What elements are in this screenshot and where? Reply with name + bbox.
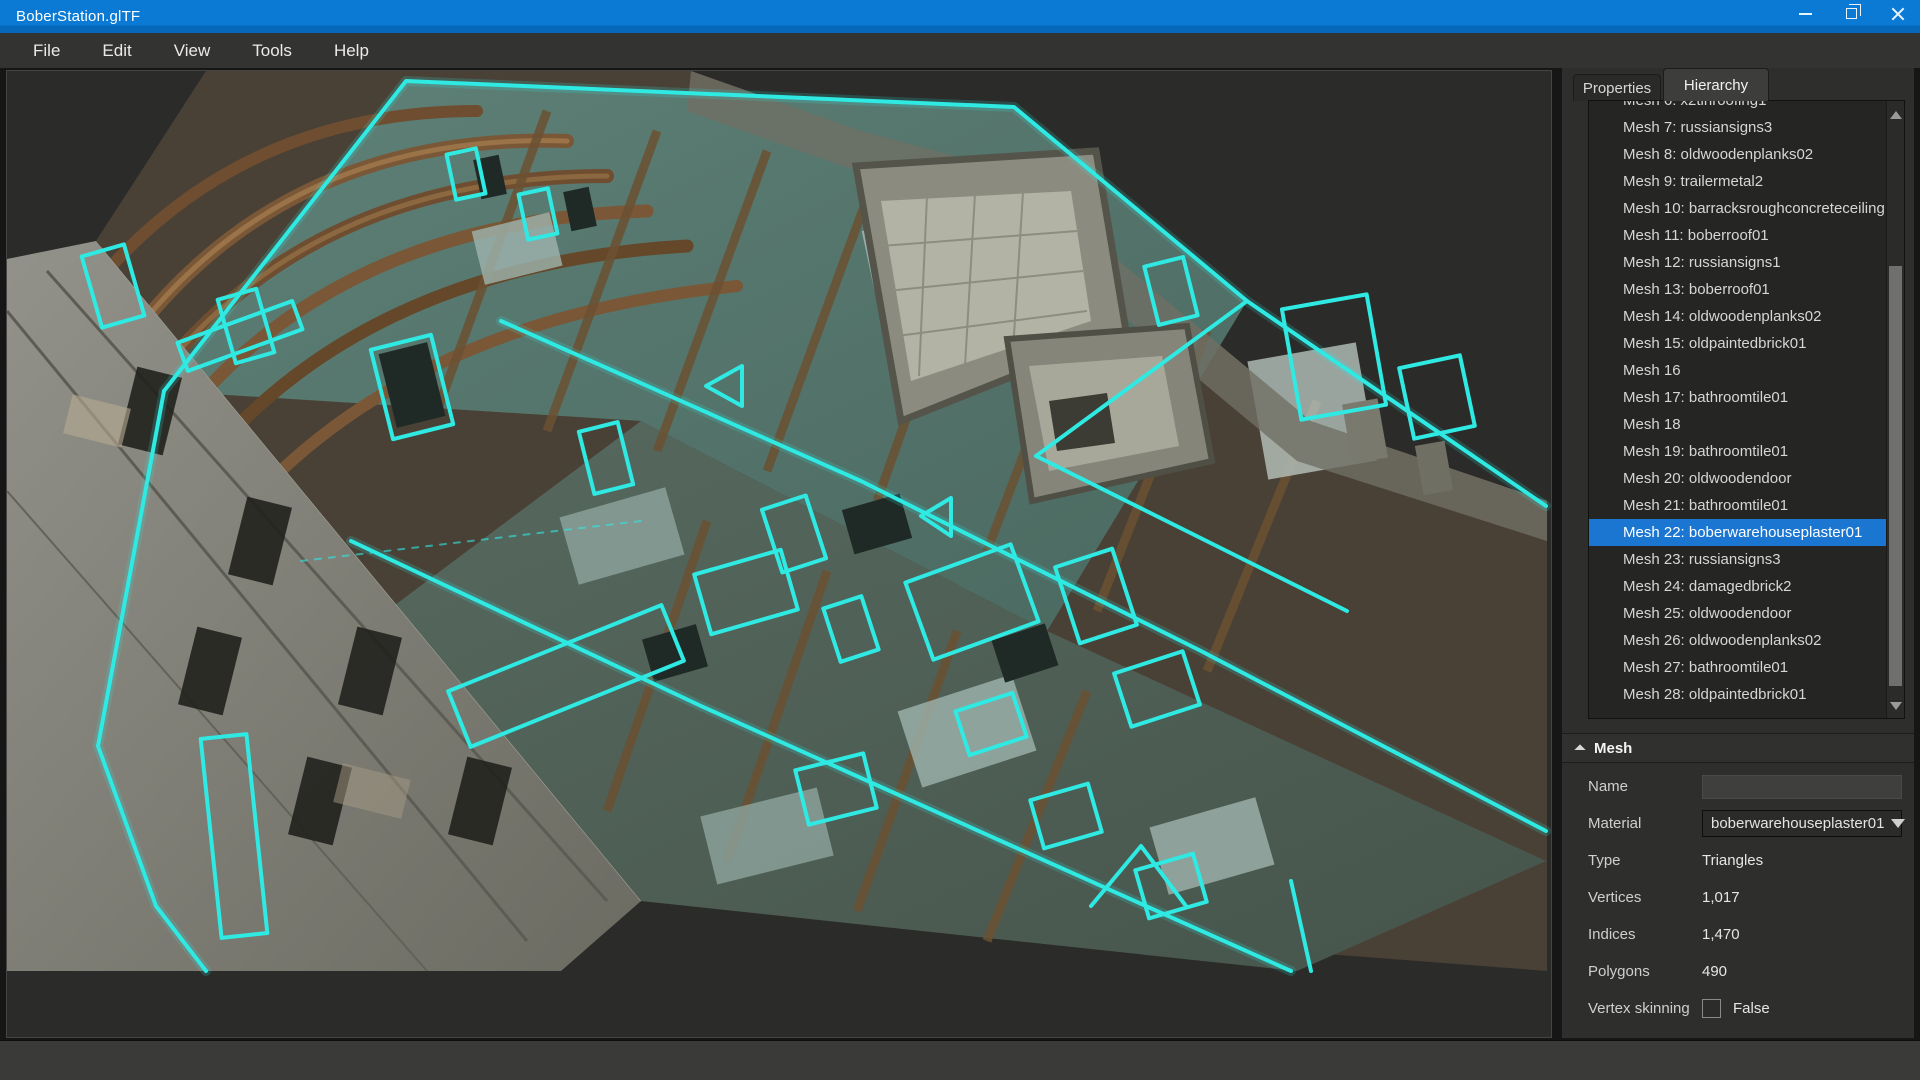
- field-row-name: Name: [1562, 768, 1914, 805]
- mesh-fields: Name Material boberwarehouseplaster01 Ty…: [1562, 768, 1914, 1027]
- field-row-vertices: Vertices 1,017: [1562, 879, 1914, 916]
- restore-icon: [1846, 8, 1857, 19]
- type-label: Type: [1588, 852, 1702, 869]
- hierarchy-item[interactable]: Mesh 20: oldwoodendoor: [1589, 465, 1886, 492]
- hierarchy-list: Mesh 6: x2tinroofing1Mesh 7: russiansign…: [1588, 100, 1905, 719]
- hierarchy-item[interactable]: Mesh 24: damagedbrick2: [1589, 573, 1886, 600]
- right-panel: Properties Hierarchy Mesh 6: x2tinroofin…: [1562, 68, 1914, 1038]
- menu-item[interactable]: View: [153, 33, 232, 68]
- scroll-up-icon[interactable]: [1890, 111, 1902, 119]
- field-row-vertex-skinning: Vertex skinning False: [1562, 990, 1914, 1027]
- menu-item[interactable]: Help: [313, 33, 390, 68]
- menu-bar: FileEditViewToolsHelp: [0, 33, 1920, 68]
- hierarchy-item[interactable]: Mesh 16: [1589, 357, 1886, 384]
- panel-tabs: Properties Hierarchy: [1562, 68, 1914, 101]
- scroll-down-icon[interactable]: [1890, 702, 1902, 710]
- minimize-icon: [1799, 13, 1812, 15]
- hierarchy-item[interactable]: Mesh 21: bathroomtile01: [1589, 492, 1886, 519]
- tab-hierarchy[interactable]: Hierarchy: [1663, 68, 1769, 101]
- vertex-skinning-checkbox[interactable]: [1702, 999, 1721, 1018]
- hierarchy-item[interactable]: Mesh 7: russiansigns3: [1589, 114, 1886, 141]
- hierarchy-scrollbar[interactable]: [1886, 101, 1904, 718]
- scrollbar-thumb[interactable]: [1889, 266, 1902, 686]
- menu-item[interactable]: File: [12, 33, 81, 68]
- vertices-label: Vertices: [1588, 889, 1702, 906]
- hierarchy-item[interactable]: Mesh 9: trailermetal2: [1589, 168, 1886, 195]
- hierarchy-item[interactable]: Mesh 25: oldwoodendoor: [1589, 600, 1886, 627]
- hierarchy-item[interactable]: Mesh 17: bathroomtile01: [1589, 384, 1886, 411]
- vertex-skinning-label: Vertex skinning: [1588, 1000, 1702, 1017]
- hierarchy-item[interactable]: Mesh 8: oldwoodenplanks02: [1589, 141, 1886, 168]
- restore-button[interactable]: [1828, 0, 1874, 27]
- hierarchy-item[interactable]: Mesh 14: oldwoodenplanks02: [1589, 303, 1886, 330]
- field-row-polygons: Polygons 490: [1562, 953, 1914, 990]
- vertex-skinning-value: False: [1733, 1000, 1770, 1017]
- type-value: Triangles: [1702, 852, 1763, 869]
- hierarchy-item[interactable]: Mesh 23: russiansigns3: [1589, 546, 1886, 573]
- chevron-down-icon: [1891, 819, 1905, 828]
- material-value: boberwarehouseplaster01: [1703, 815, 1884, 832]
- field-row-material: Material boberwarehouseplaster01: [1562, 805, 1914, 842]
- indices-value: 1,470: [1702, 926, 1740, 943]
- material-label: Material: [1588, 815, 1702, 832]
- field-row-indices: Indices 1,470: [1562, 916, 1914, 953]
- hierarchy-item[interactable]: Mesh 13: boberroof01: [1589, 276, 1886, 303]
- viewport-3d-scene: [7, 71, 1551, 1037]
- close-button[interactable]: [1874, 0, 1920, 27]
- hierarchy-item[interactable]: Mesh 10: barracksroughconcreteceiling: [1589, 195, 1886, 222]
- minimize-button[interactable]: [1782, 0, 1828, 27]
- name-input[interactable]: [1702, 775, 1902, 799]
- hierarchy-rows: Mesh 6: x2tinroofing1Mesh 7: russiansign…: [1589, 101, 1886, 708]
- vertices-value: 1,017: [1702, 889, 1740, 906]
- polygons-label: Polygons: [1588, 963, 1702, 980]
- window-title: BoberStation.glTF: [0, 8, 140, 25]
- hierarchy-item[interactable]: Mesh 15: oldpaintedbrick01: [1589, 330, 1886, 357]
- menu-item[interactable]: Tools: [231, 33, 313, 68]
- collapse-icon: [1574, 744, 1585, 755]
- hierarchy-item[interactable]: Mesh 27: bathroomtile01: [1589, 654, 1886, 681]
- hierarchy-item[interactable]: Mesh 26: oldwoodenplanks02: [1589, 627, 1886, 654]
- tab-properties[interactable]: Properties: [1573, 74, 1661, 101]
- polygons-value: 490: [1702, 963, 1727, 980]
- field-row-type: Type Triangles: [1562, 842, 1914, 879]
- hierarchy-item[interactable]: Mesh 19: bathroomtile01: [1589, 438, 1886, 465]
- mesh-section-title: Mesh: [1594, 740, 1632, 757]
- title-bar[interactable]: BoberStation.glTF: [0, 0, 1920, 33]
- indices-label: Indices: [1588, 926, 1702, 943]
- hierarchy-item[interactable]: Mesh 6: x2tinroofing1: [1589, 100, 1886, 114]
- hierarchy-item[interactable]: Mesh 11: boberroof01: [1589, 222, 1886, 249]
- menu-item[interactable]: Edit: [81, 33, 152, 68]
- window-controls: [1782, 0, 1920, 27]
- material-dropdown[interactable]: boberwarehouseplaster01: [1702, 810, 1902, 837]
- hierarchy-item[interactable]: Mesh 12: russiansigns1: [1589, 249, 1886, 276]
- hierarchy-item[interactable]: Mesh 28: oldpaintedbrick01: [1589, 681, 1886, 708]
- hierarchy-item[interactable]: Mesh 22: boberwarehouseplaster01: [1589, 519, 1886, 546]
- hierarchy-item[interactable]: Mesh 18: [1589, 411, 1886, 438]
- name-label: Name: [1588, 778, 1702, 795]
- viewport-3d[interactable]: [6, 70, 1552, 1038]
- mesh-section-header[interactable]: Mesh: [1562, 733, 1914, 763]
- status-bar: [0, 1040, 1920, 1080]
- close-icon: [1891, 7, 1904, 20]
